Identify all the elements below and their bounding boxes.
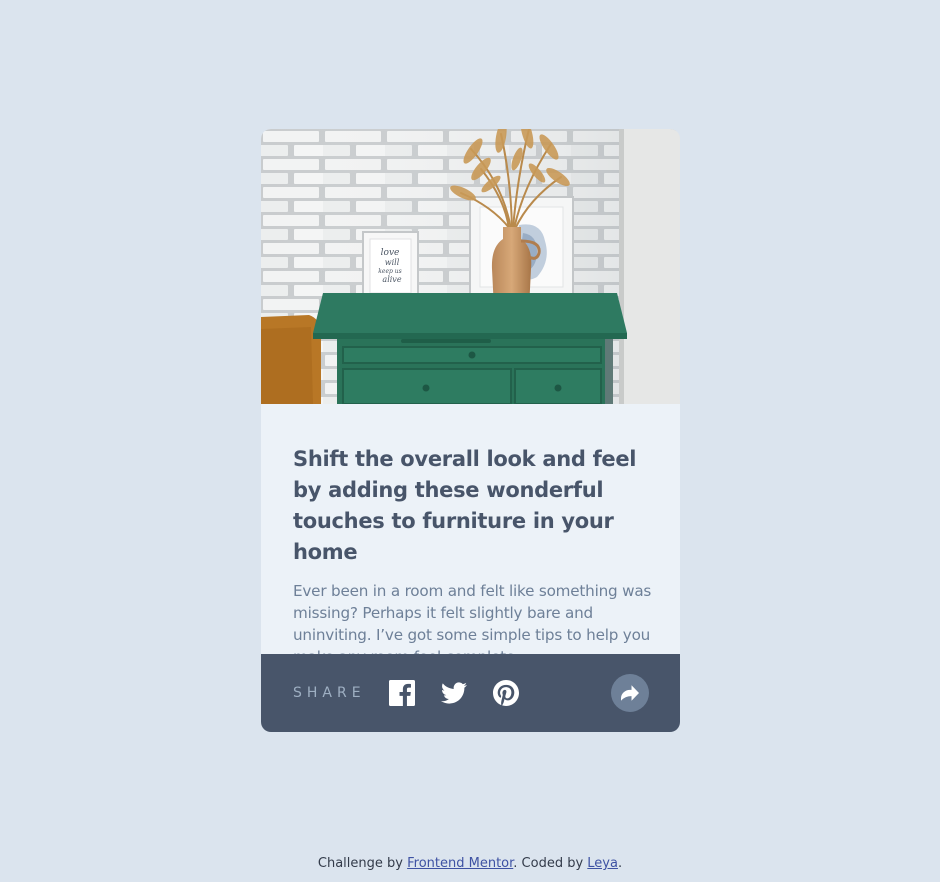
share-bar: SHARE <box>261 654 680 732</box>
share-label: SHARE <box>293 685 366 701</box>
attribution-suffix: . <box>617 856 623 871</box>
author-link[interactable]: Leya <box>587 856 618 871</box>
drawers-image: love will keep us alive <box>261 129 680 404</box>
card-title: Shift the overall look and feel by addin… <box>293 447 637 564</box>
share-arrow-icon <box>621 685 639 701</box>
attribution-prefix: Challenge by <box>317 856 408 871</box>
frame-text-line-3: keep us <box>378 268 401 275</box>
attribution-middle: . Coded by <box>513 856 588 871</box>
card-content: Shift the overall look and feel by addin… <box>293 444 653 668</box>
frame-text-line-1: love <box>381 248 400 258</box>
frontend-mentor-link[interactable]: Frontend Mentor <box>407 856 513 871</box>
twitter-icon[interactable] <box>441 680 467 706</box>
facebook-icon[interactable] <box>389 680 415 706</box>
frame-text-line-4: alive <box>382 275 401 284</box>
article-card: love will keep us alive Shift the overal… <box>261 129 680 732</box>
pinterest-icon[interactable] <box>493 680 519 706</box>
attribution: Challenge by Frontend Mentor. Coded by L… <box>0 855 940 873</box>
share-button[interactable] <box>611 674 649 712</box>
frame-text-line-2: will <box>385 258 400 267</box>
